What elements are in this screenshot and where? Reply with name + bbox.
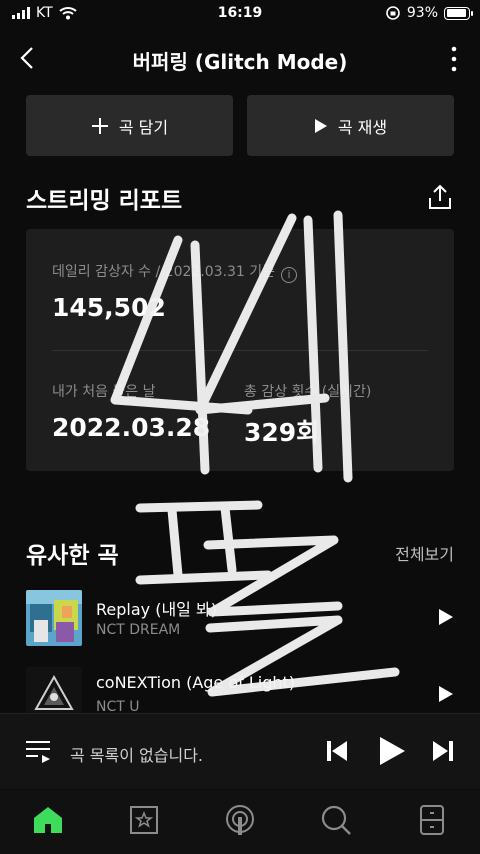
status-bar: KT 16:19 93% <box>0 0 480 28</box>
daily-listeners-label: 데일리 감상자 수 / 2022.03.31 기준 <box>52 264 276 280</box>
podcast-icon <box>226 805 254 835</box>
more-options-icon[interactable] <box>444 44 464 74</box>
info-icon[interactable]: i <box>281 267 298 283</box>
battery-percent: 93% <box>406 5 438 21</box>
play-icon <box>314 118 327 133</box>
list-item[interactable]: Replay (내일 봐) NCT DREAM <box>26 590 454 648</box>
track-play-icon[interactable] <box>438 685 454 703</box>
previous-icon[interactable] <box>326 736 348 766</box>
similar-songs-title: 유사한 곡 <box>26 543 119 569</box>
tab-podcast[interactable] <box>218 798 262 842</box>
battery-icon <box>444 6 473 20</box>
home-icon <box>34 807 62 833</box>
player-empty-message: 곡 목록이 없습니다. <box>70 746 204 765</box>
play-song-button[interactable]: 곡 재생 <box>247 95 454 156</box>
tab-storage[interactable] <box>410 798 454 842</box>
playlist-icon[interactable] <box>24 738 52 764</box>
search-icon <box>321 805 351 835</box>
see-all-link[interactable]: 전체보기 <box>395 541 454 565</box>
library-icon <box>130 806 158 834</box>
mini-player: 곡 목록이 없습니다. <box>0 713 480 789</box>
album-art <box>26 590 82 646</box>
add-song-button[interactable]: 곡 담기 <box>26 95 233 156</box>
tab-search[interactable] <box>314 798 358 842</box>
play-pause-icon[interactable] <box>378 736 406 766</box>
tab-library[interactable] <box>122 798 166 842</box>
total-plays-label: 총 감상 횟수 (실시간) <box>244 384 372 400</box>
add-song-label: 곡 담기 <box>118 117 169 137</box>
daily-listeners-value: 145,502 <box>52 293 166 322</box>
report-title: 스트리밍 리포트 <box>26 188 183 214</box>
play-song-label: 곡 재생 <box>337 117 388 137</box>
share-icon[interactable] <box>426 183 454 211</box>
first-listen-label: 내가 처음 들은 날 <box>52 384 156 400</box>
track-title: Replay (내일 봐) <box>96 600 217 619</box>
report-card: 데일리 감상자 수 / 2022.03.31 기준 i 145,502 내가 처음… <box>26 229 454 471</box>
page-title: 버퍼링 (Glitch Mode) <box>132 50 348 74</box>
next-icon[interactable] <box>432 736 454 766</box>
orientation-lock-icon <box>386 6 400 20</box>
tab-home[interactable] <box>26 798 70 842</box>
track-play-icon[interactable] <box>438 608 454 626</box>
first-listen-value: 2022.03.28 <box>52 413 211 442</box>
track-artist: NCT DREAM <box>96 622 181 638</box>
total-plays-value: 329회 <box>244 418 320 447</box>
storage-icon <box>420 805 444 835</box>
track-title: coNEXTion (Age of Light) <box>96 673 296 692</box>
divider <box>52 350 428 351</box>
nav-bar: 버퍼링 (Glitch Mode) <box>0 34 480 84</box>
plus-icon <box>91 117 108 134</box>
action-buttons: 곡 담기 곡 재생 <box>26 95 454 156</box>
tab-bar <box>0 790 480 854</box>
